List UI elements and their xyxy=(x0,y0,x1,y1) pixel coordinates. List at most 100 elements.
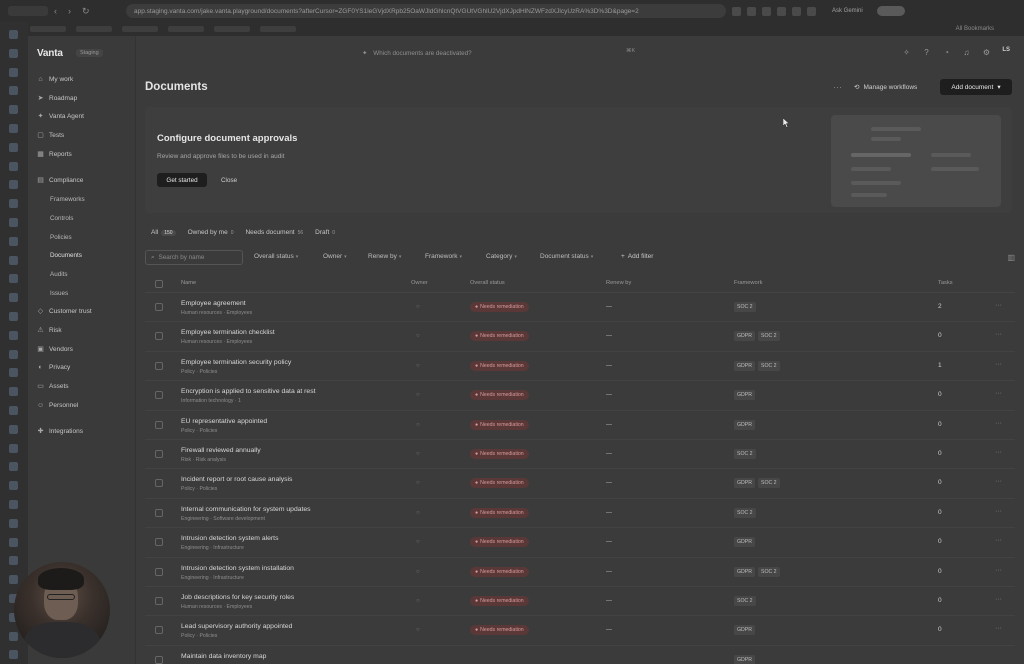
extension-app-icon[interactable] xyxy=(9,650,18,660)
table-row[interactable]: Job descriptions for key security roles H… xyxy=(145,587,1015,617)
col-tasks[interactable]: Tasks xyxy=(938,280,953,286)
extension-app-icon[interactable] xyxy=(9,274,18,284)
search-input[interactable]: ⌕ Search by name xyxy=(145,250,243,265)
extension-app-icon[interactable] xyxy=(9,575,18,585)
extension-app-icon[interactable] xyxy=(9,161,18,171)
extension-app-icon[interactable] xyxy=(9,86,18,96)
extension-app-icon[interactable] xyxy=(9,368,18,378)
vanta-logo[interactable]: Vanta xyxy=(37,48,63,59)
row-more-icon[interactable]: ··· xyxy=(995,625,1002,632)
extension-icon[interactable] xyxy=(747,6,756,16)
row-checkbox[interactable] xyxy=(155,596,163,605)
more-icon[interactable]: ··· xyxy=(833,82,842,92)
table-row[interactable]: Incident report or root cause analysis Po… xyxy=(145,469,1015,499)
extension-app-icon[interactable] xyxy=(9,537,18,547)
forward-icon[interactable]: › xyxy=(68,7,76,16)
extension-icon[interactable] xyxy=(807,6,816,16)
sidebar-item-customer-trust[interactable]: ◇ Customer trust xyxy=(37,308,92,315)
owner-placeholder[interactable]: ○ xyxy=(416,569,420,575)
sidebar-sub-controls[interactable]: Controls xyxy=(50,215,73,222)
settings-icon[interactable]: ⚙ xyxy=(982,48,991,57)
bookmark[interactable] xyxy=(214,26,250,32)
row-more-icon[interactable]: ··· xyxy=(995,420,1002,427)
table-row[interactable]: Intrusion detection system installation E… xyxy=(145,558,1015,587)
row-checkbox[interactable] xyxy=(155,303,163,311)
filter-renew-by[interactable]: Renew by ▾ xyxy=(368,253,401,260)
col-framework[interactable]: Framework xyxy=(734,280,762,286)
sidebar-sub-frameworks[interactable]: Frameworks xyxy=(50,196,85,203)
extension-app-icon[interactable] xyxy=(9,124,18,133)
sidebar-item-vanta-agent[interactable]: ✦ Vanta Agent xyxy=(37,113,84,120)
table-row[interactable]: Internal communication for system update… xyxy=(145,499,1015,529)
row-checkbox[interactable] xyxy=(155,538,163,547)
table-row[interactable]: Maintain data inventory map GDPR xyxy=(145,646,1015,664)
document-name[interactable]: Lead supervisory authority appointed xyxy=(181,623,292,630)
extension-app-icon[interactable] xyxy=(9,631,18,641)
extension-app-icon[interactable] xyxy=(9,30,18,39)
extension-icon[interactable] xyxy=(732,6,741,16)
notification-icon[interactable]: ◔ xyxy=(942,48,951,57)
extension-app-icon[interactable] xyxy=(9,142,18,152)
filter-category[interactable]: Category ▾ xyxy=(486,253,517,260)
col-owner[interactable]: Owner xyxy=(411,280,428,286)
url-bar[interactable]: app.staging.vanta.com/jake.vanta.playgro… xyxy=(126,4,726,18)
extension-app-icon[interactable] xyxy=(9,180,18,190)
extension-app-icon[interactable] xyxy=(9,462,18,472)
browser-tab[interactable] xyxy=(8,6,48,16)
owner-placeholder[interactable]: ○ xyxy=(416,451,420,457)
owner-placeholder[interactable]: ○ xyxy=(416,598,420,604)
row-checkbox[interactable] xyxy=(155,479,163,488)
help-icon[interactable]: ? xyxy=(922,48,931,57)
reload-icon[interactable]: ↻ xyxy=(82,7,90,16)
extension-app-icon[interactable] xyxy=(9,236,18,246)
bookmark[interactable] xyxy=(76,26,112,32)
row-more-icon[interactable]: ··· xyxy=(995,478,1002,485)
document-name[interactable]: Intrusion detection system installation xyxy=(181,565,294,572)
back-icon[interactable]: ‹ xyxy=(54,7,62,16)
table-row[interactable]: Lead supervisory authority appointed Poli… xyxy=(145,616,1015,646)
extension-app-icon[interactable] xyxy=(9,556,18,566)
extension-app-icon[interactable] xyxy=(9,330,18,340)
document-name[interactable]: Employee termination security policy xyxy=(181,359,291,366)
sidebar-item-risk[interactable]: ⚠ Risk xyxy=(37,327,61,334)
extension-app-icon[interactable] xyxy=(9,443,18,453)
row-checkbox[interactable] xyxy=(155,361,163,370)
document-name[interactable]: Maintain data inventory map xyxy=(181,653,266,660)
profile-avatar[interactable] xyxy=(876,6,905,16)
extension-app-icon[interactable] xyxy=(9,424,18,434)
row-checkbox[interactable] xyxy=(155,391,163,400)
owner-placeholder[interactable]: ○ xyxy=(416,304,420,310)
row-more-icon[interactable]: ··· xyxy=(995,537,1002,544)
col-renew-by[interactable]: Renew by xyxy=(606,280,631,286)
row-checkbox[interactable] xyxy=(155,626,163,635)
sidebar-sub-issues[interactable]: Issues xyxy=(50,290,68,297)
document-name[interactable]: Incident report or root cause analysis xyxy=(181,476,292,483)
sidebar-item-integrations[interactable]: ✚ Integrations xyxy=(37,428,83,435)
extension-icon[interactable] xyxy=(777,6,786,16)
owner-placeholder[interactable]: ○ xyxy=(416,627,420,633)
sparkle-icon[interactable]: ✧ xyxy=(902,48,911,57)
extension-app-icon[interactable] xyxy=(9,67,18,77)
extension-app-icon[interactable] xyxy=(9,518,18,528)
row-more-icon[interactable]: ··· xyxy=(995,302,1002,309)
extension-app-icon[interactable] xyxy=(9,199,18,209)
sidebar-item-my-work[interactable]: ⌂ My work xyxy=(37,76,73,83)
sidebar-item-assets[interactable]: ▭ Assets xyxy=(37,383,68,390)
row-more-icon[interactable]: ··· xyxy=(995,361,1002,368)
table-row[interactable]: EU representative appointed Policy · Poli… xyxy=(145,411,1015,440)
tab-draft[interactable]: Draft 0 xyxy=(315,229,335,236)
filter-document-status[interactable]: Document status ▾ xyxy=(540,253,593,260)
row-more-icon[interactable]: ··· xyxy=(995,390,1002,397)
document-name[interactable]: EU representative appointed xyxy=(181,418,267,425)
add-filter-button[interactable]: + Add filter xyxy=(621,253,653,260)
row-checkbox[interactable] xyxy=(155,508,163,517)
extension-app-icon[interactable] xyxy=(9,105,18,115)
get-started-button[interactable]: Get started xyxy=(157,173,207,187)
sidebar-item-vendors[interactable]: ▣ Vendors xyxy=(37,346,73,353)
owner-placeholder[interactable]: ○ xyxy=(416,392,420,398)
owner-placeholder[interactable]: ○ xyxy=(416,539,420,545)
columns-icon[interactable]: ▥ xyxy=(1007,253,1015,262)
row-more-icon[interactable]: ··· xyxy=(995,508,1002,515)
sidebar-item-personnel[interactable]: ☺ Personnel xyxy=(37,402,78,409)
global-search[interactable]: ✦ Which documents are deactivated? xyxy=(362,46,642,60)
